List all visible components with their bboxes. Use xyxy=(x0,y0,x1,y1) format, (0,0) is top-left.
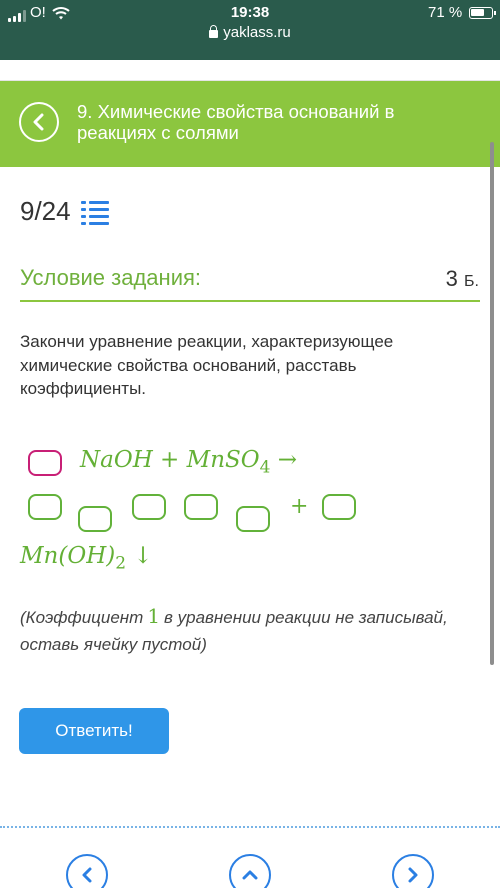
topic-header: 9. Химические свойства оснований в реакц… xyxy=(0,81,500,167)
task-text: Закончи уравнение реакции, характеризующ… xyxy=(20,332,394,398)
equation-reactants: NaOH + MnSO4 → xyxy=(80,447,297,478)
reactants-text: NaOH + MnSO xyxy=(80,447,260,473)
points-value: 3 xyxy=(445,266,458,291)
coefficient-input-naoh[interactable] xyxy=(28,450,62,476)
page: O! 19:38 71 % yaklass.ru 9. Химические с… xyxy=(0,0,500,888)
previous-button[interactable] xyxy=(66,854,108,888)
answer-button[interactable]: Ответить! xyxy=(19,708,169,754)
coefficient-input-product1[interactable] xyxy=(28,494,62,520)
header-spacer xyxy=(0,60,500,81)
back-button[interactable] xyxy=(19,102,59,142)
subscript-input-product1-b[interactable] xyxy=(236,506,270,532)
chevron-right-icon xyxy=(408,867,418,883)
topic-title: 9. Химические свойства оснований в реакц… xyxy=(77,101,395,143)
product-text: Mn(OH) xyxy=(20,543,116,569)
exercise-counter: 9/24 xyxy=(20,196,109,227)
lock-icon xyxy=(209,25,219,38)
condition-heading: Условие задания: xyxy=(20,265,202,290)
browser-top-bar: O! 19:38 71 % yaklass.ru xyxy=(0,0,500,60)
subscript-input-product1-a[interactable] xyxy=(78,506,112,532)
product-subscript: 2 xyxy=(115,553,127,574)
reactant-subscript: 4 xyxy=(259,457,271,478)
exercise-list-icon[interactable] xyxy=(80,199,109,225)
status-bar: O! 19:38 71 % xyxy=(0,4,500,26)
formula-input-product1-a[interactable] xyxy=(132,494,166,520)
counter-text: 9/24 xyxy=(20,196,71,226)
next-button[interactable] xyxy=(392,854,434,888)
coefficient-input-mnoh2[interactable] xyxy=(322,494,356,520)
bottom-divider xyxy=(0,826,500,828)
hint-text: (Коэффициент 1 в уравнении реакции не запи… xyxy=(20,603,460,658)
hint-number: 1 xyxy=(147,604,161,628)
plus-sign: + xyxy=(290,494,309,519)
points-unit: Б. xyxy=(464,273,479,290)
chevron-left-icon xyxy=(82,867,92,883)
chevron-up-icon xyxy=(242,870,258,880)
battery-percent: 71 % xyxy=(428,4,463,21)
precipitate-arrow: ↓ xyxy=(133,543,153,569)
scroll-top-button[interactable] xyxy=(229,854,271,888)
clock: 19:38 xyxy=(230,4,270,21)
condition-divider xyxy=(20,300,480,302)
url-text: yaklass.ru xyxy=(223,24,291,41)
points: 3 Б. xyxy=(446,266,479,292)
chevron-left-icon xyxy=(33,113,44,131)
scrollbar[interactable] xyxy=(490,142,494,665)
equation-product: Mn(OH)2 ↓ xyxy=(20,543,153,574)
formula-input-product1-b[interactable] xyxy=(184,494,218,520)
address-bar[interactable]: yaklass.ru xyxy=(0,24,500,41)
hint-before: (Коэффициент xyxy=(20,608,144,627)
battery-icon xyxy=(469,7,496,19)
reaction-arrow: → xyxy=(277,447,298,473)
